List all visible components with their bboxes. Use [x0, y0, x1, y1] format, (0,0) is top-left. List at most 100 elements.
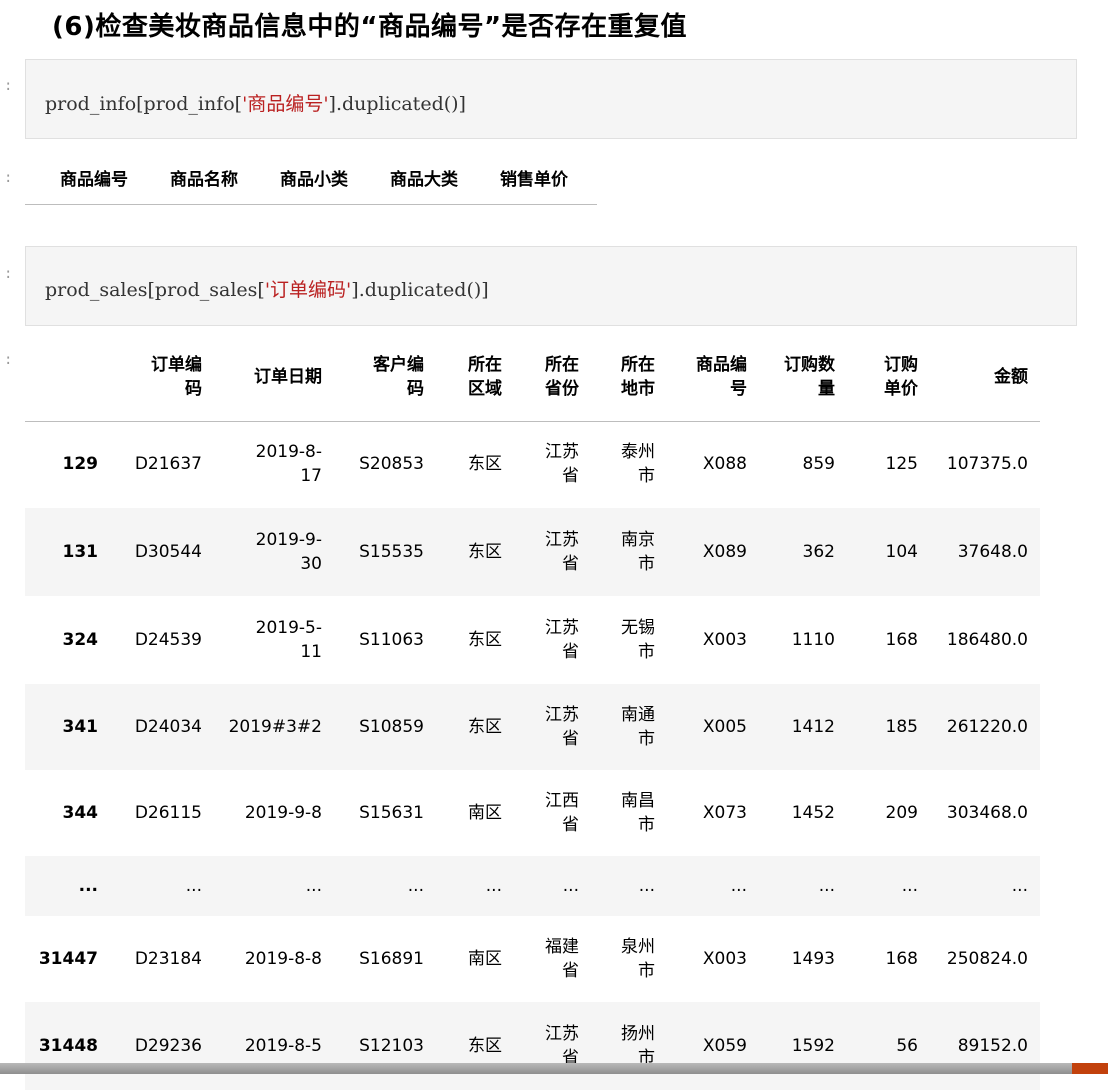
table-cell-line: 江苏 [545, 530, 579, 550]
table-cell-line: 1110 [791, 630, 835, 650]
row-index: 131 [62, 542, 99, 562]
table-cell-line: 107375.0 [946, 454, 1028, 474]
column-header-line: 所在 [621, 355, 655, 375]
output-prompt: : [4, 170, 13, 186]
table-cell-line: X088 [702, 454, 747, 474]
table-cell-line: 2019-8-5 [244, 1036, 322, 1056]
table-cell-line: 37648.0 [957, 542, 1028, 562]
table-cell-line: 江西 [545, 791, 579, 811]
table-cell-line: ... [1011, 876, 1028, 896]
table-cell-line: 168 [885, 949, 918, 969]
table-cell-line: ... [562, 876, 579, 896]
table-cell-line: 南区 [468, 803, 502, 823]
column-header-line: 商品编 [696, 355, 747, 375]
table-cell-line: ... [485, 876, 502, 896]
column-header-line: 码 [185, 379, 202, 399]
code-string: '商品编号' [242, 93, 329, 115]
column-header-line: 客户编 [373, 355, 424, 375]
table-cell-line: 省 [562, 466, 579, 486]
row-index: 324 [62, 630, 99, 650]
table-cell-line: 362 [802, 542, 835, 562]
code-line[interactable]: prod_sales[prod_sales['订单编码'].duplicated… [45, 275, 489, 302]
table-row-stripe [25, 856, 1040, 916]
table-cell-line: D21637 [134, 454, 202, 474]
table-cell-line: S12103 [359, 1036, 424, 1056]
table-cell-line: 江苏 [545, 1024, 579, 1044]
row-index: 31447 [38, 949, 98, 969]
table-cell-line: X073 [702, 803, 747, 823]
code-string: '订单编码' [264, 279, 352, 301]
code-cell-2[interactable]: prod_sales[prod_sales['订单编码'].duplicated… [25, 246, 1077, 326]
column-header-line: 金额 [994, 367, 1028, 387]
table-cell-line: 市 [638, 554, 655, 574]
code-prefix: prod_sales[prod_sales[ [45, 279, 265, 301]
table-cell-line: ... [185, 876, 202, 896]
column-header: 商品编号 [60, 170, 128, 190]
table-cell-line: 市 [638, 815, 655, 835]
table-cell-line: 东区 [468, 630, 502, 650]
table-cell-line: D24034 [134, 717, 202, 737]
output-prompt: : [4, 352, 13, 368]
table-cell-line: 市 [638, 961, 655, 981]
column-header-line: 订单日期 [254, 367, 322, 387]
table-cell-line: 江苏 [545, 442, 579, 462]
table-cell-line: X005 [702, 717, 747, 737]
table-cell-line: 89152.0 [957, 1036, 1028, 1056]
table-cell-line: 1452 [791, 803, 835, 823]
table-cell-line: D24539 [134, 630, 202, 650]
table-cell-line: ... [901, 876, 918, 896]
table-cell-line: S16891 [359, 949, 424, 969]
table-cell-line: 261220.0 [946, 717, 1028, 737]
row-index: 129 [62, 454, 99, 474]
row-index: 344 [62, 803, 99, 823]
column-header-line: 号 [730, 379, 747, 399]
table-cell-line: 省 [562, 729, 579, 749]
table-cell-line: 2019-9-8 [244, 803, 322, 823]
cell-prompt: : [4, 266, 13, 282]
code-cell-1[interactable]: prod_info[prod_info['商品编号'].duplicated()… [25, 59, 1077, 139]
table-cell-line: 30 [300, 554, 322, 574]
column-header: 商品小类 [280, 170, 348, 190]
table-cell-line: S20853 [359, 454, 424, 474]
table-cell-line: 市 [638, 642, 655, 662]
table-cell-line: ... [407, 876, 424, 896]
table-cell-line: X089 [702, 542, 747, 562]
horizontal-scrollbar[interactable] [0, 1063, 1108, 1074]
table-cell-line: 市 [638, 729, 655, 749]
table-cell-line: 186480.0 [946, 630, 1028, 650]
code-suffix: ].duplicated()] [351, 279, 489, 301]
table-cell-line: ... [305, 876, 322, 896]
row-index: 31448 [38, 1036, 98, 1056]
column-header-line: 量 [818, 379, 835, 399]
table-cell-line: 1592 [791, 1036, 835, 1056]
table-cell-line: 东区 [468, 717, 502, 737]
code-line[interactable]: prod_info[prod_info['商品编号'].duplicated()… [45, 89, 466, 116]
table-cell-line: 省 [562, 554, 579, 574]
table-cell-line: 104 [885, 542, 918, 562]
table-cell-line: 泰州 [621, 442, 655, 462]
table-cell-line: 泉州 [621, 937, 655, 957]
table-cell-line: 南区 [468, 949, 502, 969]
table-cell-line: 省 [562, 815, 579, 835]
table-cell-line: D29236 [134, 1036, 202, 1056]
table-cell-line: ... [638, 876, 655, 896]
table-cell-line: 江苏 [545, 618, 579, 638]
column-header-line: 订单编 [151, 355, 202, 375]
row-index: 341 [62, 717, 99, 737]
column-header-line: 地市 [621, 379, 655, 399]
table-cell-line: 209 [885, 803, 918, 823]
table-cell-line: 南通 [621, 705, 655, 725]
table-cell-line: 2019-5- [255, 618, 322, 638]
column-header-line: 省份 [545, 379, 579, 399]
code-suffix: ].duplicated()] [328, 93, 466, 115]
table-cell-line: 303468.0 [946, 803, 1028, 823]
table-cell-line: 扬州 [621, 1024, 655, 1044]
column-header: 商品名称 [170, 170, 238, 190]
table-cell-line: 东区 [468, 1036, 502, 1056]
table-cell-line: 1412 [791, 717, 835, 737]
table-cell-line: 1493 [791, 949, 835, 969]
table-header-divider [25, 421, 1040, 422]
table-cell-line: 2019-9- [255, 530, 322, 550]
section-heading: (6)检查美妆商品信息中的“商品编号”是否存在重复值 [52, 12, 688, 42]
table-cell-line: S15535 [359, 542, 424, 562]
